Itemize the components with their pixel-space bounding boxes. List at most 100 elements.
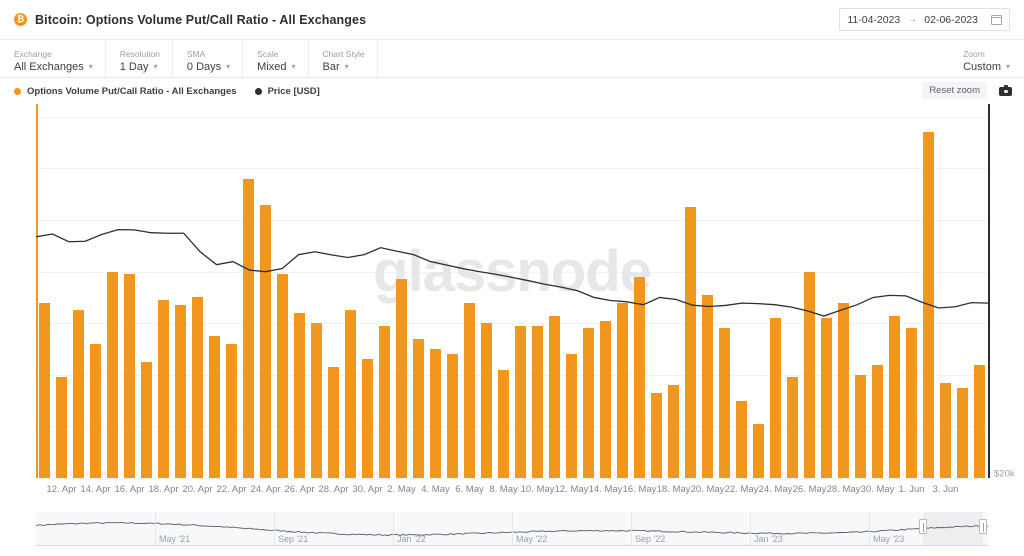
control-scale[interactable]: Scale Mixed ▾ <box>243 40 308 77</box>
navigator-separator <box>274 512 275 546</box>
chevron-down-icon: ▾ <box>345 60 349 74</box>
x-axis-tick-label: 30. May <box>861 484 895 495</box>
x-axis-tick-label: 20. Apr <box>182 484 212 495</box>
control-scale-label: Scale <box>257 48 295 60</box>
x-axis-tick-label: 14. May <box>589 484 623 495</box>
control-zoom[interactable]: Zoom Custom ▾ <box>949 40 1024 77</box>
control-chart-style-value-text: Bar <box>323 60 340 74</box>
calendar-icon[interactable] <box>991 14 1002 25</box>
x-axis-tick-label: 20. May <box>691 484 725 495</box>
control-zoom-value[interactable]: Custom ▾ <box>963 60 1010 74</box>
control-resolution-label: Resolution <box>120 48 160 60</box>
navigator-separator <box>750 512 751 546</box>
x-axis-tick-label: 28. Apr <box>318 484 348 495</box>
x-axis-tick-label: 26. May <box>793 484 827 495</box>
navigator-tick-label: Jan '22 <box>397 534 426 544</box>
navigator-handle-left[interactable] <box>919 519 927 534</box>
x-axis-tick-label: 26. Apr <box>284 484 314 495</box>
legend-bar: Options Volume Put/Call Ratio - All Exch… <box>0 78 1024 104</box>
navigator-tick-label: May '22 <box>516 534 547 544</box>
title-bar: ₿ Bitcoin: Options Volume Put/Call Ratio… <box>0 0 1024 40</box>
navigator-tick-label: May '21 <box>159 534 190 544</box>
control-scale-value[interactable]: Mixed ▾ <box>257 60 295 74</box>
range-navigator[interactable]: May '21 Sep '21 Jan '22 May '22 Sep '22 Jan '… <box>36 512 988 546</box>
date-to[interactable]: 02-06-2023 <box>924 14 978 26</box>
x-axis-tick-label: 3. Jun <box>933 484 959 495</box>
x-axis-tick-label: 4. May <box>421 484 450 495</box>
price-line-path <box>36 230 988 316</box>
x-axis-tick-label: 10. May <box>521 484 555 495</box>
legend-item-putcall-ratio[interactable]: Options Volume Put/Call Ratio - All Exch… <box>14 86 237 97</box>
legend-item-price[interactable]: Price [USD] <box>255 86 320 97</box>
control-chart-style-label: Chart Style <box>323 48 365 60</box>
navigator-tick-label: Jan '23 <box>754 534 783 544</box>
bitcoin-icon: ₿ <box>14 13 27 26</box>
legend-actions: Reset zoom <box>922 82 1012 99</box>
x-axis-tick-label: 28. May <box>827 484 861 495</box>
chevron-down-icon: ▾ <box>153 60 157 74</box>
control-sma-label: SMA <box>187 48 230 60</box>
control-resolution[interactable]: Resolution 1 Day ▾ <box>106 40 173 77</box>
control-sma[interactable]: SMA 0 Days ▾ <box>173 40 243 77</box>
control-exchange-value[interactable]: All Exchanges ▾ <box>14 60 93 74</box>
x-axis-tick-label: 18. Apr <box>148 484 178 495</box>
navigator-separator <box>631 512 632 546</box>
x-axis-tick-label: 16. May <box>623 484 657 495</box>
control-exchange-label: Exchange <box>14 48 93 60</box>
navigator-handle-right[interactable] <box>979 519 987 534</box>
legend-color-swatch <box>14 88 21 95</box>
x-axis-tick-label: 22. Apr <box>216 484 246 495</box>
chevron-down-icon: ▾ <box>292 60 296 74</box>
right-axis-tick-label: $20k <box>994 469 1015 480</box>
reset-zoom-button[interactable]: Reset zoom <box>922 82 987 99</box>
control-zoom-value-text: Custom <box>963 60 1001 74</box>
x-axis-tick-label: 6. May <box>455 484 484 495</box>
x-axis-tick-label: 18. May <box>657 484 691 495</box>
x-axis-tick-label: 8. May <box>489 484 518 495</box>
navigator-separator <box>512 512 513 546</box>
gridline <box>36 478 988 479</box>
navigator-tick-label: Sep '21 <box>278 534 308 544</box>
legend-item-label: Options Volume Put/Call Ratio - All Exch… <box>27 86 237 97</box>
x-axis-tick-label: 30. Apr <box>352 484 382 495</box>
x-axis-tick-label: 12. Apr <box>46 484 76 495</box>
control-exchange[interactable]: Exchange All Exchanges ▾ <box>0 40 106 77</box>
navigator-tick-label: Sep '22 <box>635 534 665 544</box>
control-sma-value-text: 0 Days <box>187 60 221 74</box>
x-axis-tick-label: 2. May <box>387 484 416 495</box>
price-line-series <box>36 104 988 478</box>
x-axis-tick-label: 24. May <box>759 484 793 495</box>
chevron-down-icon: ▾ <box>89 60 93 74</box>
x-axis-tick-label: 14. Apr <box>80 484 110 495</box>
navigator-separator <box>155 512 156 546</box>
control-exchange-value-text: All Exchanges <box>14 60 84 74</box>
right-axis-line <box>988 104 990 478</box>
chart-plot-area[interactable]: 00.40.81.2 $20k glassnode 12. Apr14. Apr… <box>0 104 1024 504</box>
control-chart-style[interactable]: Chart Style Bar ▾ <box>309 40 378 77</box>
x-axis-tick-label: 24. Apr <box>250 484 280 495</box>
navigator-separator <box>869 512 870 546</box>
date-range-picker[interactable]: 11-04-2023 → 02-06-2023 <box>839 8 1010 31</box>
x-axis-tick-label: 1. Jun <box>899 484 925 495</box>
navigator-separator <box>393 512 394 546</box>
camera-icon[interactable] <box>999 85 1012 96</box>
legend-color-swatch <box>255 88 262 95</box>
x-axis-tick-label: 22. May <box>725 484 759 495</box>
control-scale-value-text: Mixed <box>257 60 286 74</box>
x-axis-tick-label: 16. Apr <box>114 484 144 495</box>
control-resolution-value[interactable]: 1 Day ▾ <box>120 60 160 74</box>
page-title: Bitcoin: Options Volume Put/Call Ratio -… <box>35 13 366 27</box>
legend-item-label: Price [USD] <box>268 86 320 97</box>
navigator-tick-label: May '23 <box>873 534 904 544</box>
glassnode-chart-app: ₿ Bitcoin: Options Volume Put/Call Ratio… <box>0 0 1024 556</box>
control-zoom-label: Zoom <box>963 48 985 60</box>
chevron-down-icon: ▾ <box>1006 60 1010 74</box>
chevron-down-icon: ▾ <box>226 60 230 74</box>
date-from[interactable]: 11-04-2023 <box>847 14 900 26</box>
date-range-separator: → <box>907 14 917 25</box>
x-axis-tick-label: 12. May <box>555 484 589 495</box>
control-sma-value[interactable]: 0 Days ▾ <box>187 60 230 74</box>
control-chart-style-value[interactable]: Bar ▾ <box>323 60 365 74</box>
control-resolution-value-text: 1 Day <box>120 60 149 74</box>
controls-bar: Exchange All Exchanges ▾ Resolution 1 Da… <box>0 40 1024 78</box>
